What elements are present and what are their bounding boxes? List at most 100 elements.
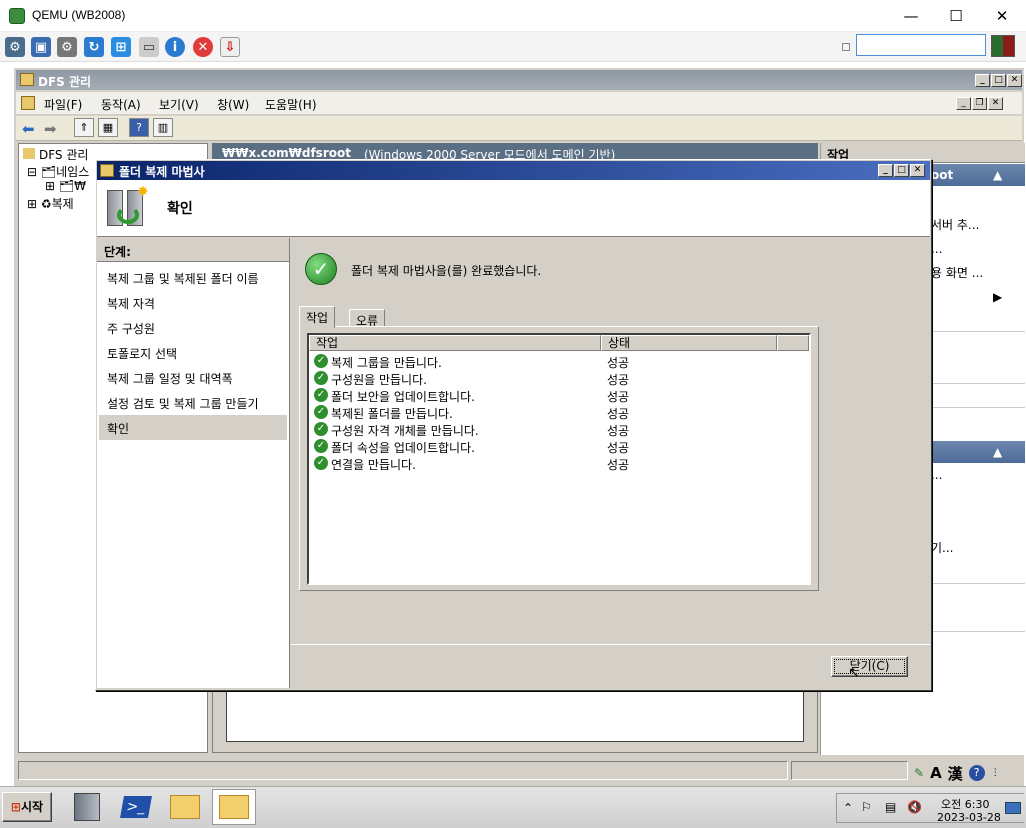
settings-gear-icon[interactable]: ⚙ bbox=[57, 37, 77, 57]
replication-icon: ♻ bbox=[40, 197, 52, 211]
menu-file[interactable]: 파일(F) bbox=[44, 96, 82, 113]
column-header-empty[interactable] bbox=[777, 335, 809, 351]
table-row[interactable]: ✓ 폴더 속성을 업데이트합니다. 성공 bbox=[309, 438, 809, 455]
show-hide-tree-icon[interactable]: ▦ bbox=[98, 118, 118, 137]
step-item: 복제 그룹 및 복제된 폴더 이름 bbox=[107, 272, 259, 286]
child-minimize-button[interactable]: _ bbox=[956, 97, 971, 110]
status-cell: 성공 bbox=[607, 407, 630, 421]
tree-namespace-item[interactable]: ⊞ 🗂₩ bbox=[45, 179, 86, 193]
namespace-path: ₩₩x.com₩dfsroot bbox=[222, 146, 351, 160]
table-row[interactable]: ✓ 폴더 보안을 업데이트합니다. 성공 bbox=[309, 387, 809, 404]
taskbar-server-manager[interactable] bbox=[65, 789, 109, 825]
show-desktop-icon[interactable] bbox=[1005, 802, 1021, 814]
tree-replication[interactable]: ⊞ ♻복제 bbox=[27, 195, 74, 212]
table-row[interactable]: ✓ 연결을 만듭니다. 성공 bbox=[309, 455, 809, 472]
task-cell: 구성원을 만듭니다. bbox=[331, 373, 427, 387]
wizard-title-bar: 폴더 복제 마법사 _ □ ✕ bbox=[97, 161, 930, 180]
table-row[interactable]: ✓ 복제 그룹을 만듭니다. 성공 bbox=[309, 353, 809, 370]
mmc-minimize-button[interactable]: _ bbox=[975, 74, 990, 87]
steps-header: 단계: bbox=[104, 245, 131, 259]
up-folder-icon[interactable]: ⇑ bbox=[74, 118, 94, 137]
column-header-task[interactable]: 작업 bbox=[309, 335, 601, 351]
table-row[interactable]: ✓ 구성원 자격 개체를 만듭니다. 성공 bbox=[309, 421, 809, 438]
menu-window[interactable]: 창(W) bbox=[217, 96, 249, 113]
action-item-3[interactable]: 용 화면 ... bbox=[931, 264, 983, 281]
host-search-input[interactable] bbox=[856, 34, 986, 56]
actions-group-label: oot bbox=[931, 168, 954, 182]
help-icon[interactable]: ? bbox=[129, 118, 149, 137]
folder-icon bbox=[170, 795, 200, 819]
success-icon: ✓ bbox=[314, 439, 328, 453]
snapshot-icon[interactable]: ▭ bbox=[139, 37, 159, 57]
wizard-close-button[interactable]: ✕ bbox=[910, 164, 925, 177]
power-off-icon[interactable]: ✕ bbox=[193, 37, 213, 57]
completion-message: 폴더 복제 마법사을(를) 완료했습니다. bbox=[351, 264, 542, 278]
child-close-button[interactable]: ✕ bbox=[988, 97, 1003, 110]
close-button[interactable]: 닫기(C) bbox=[831, 656, 908, 677]
action-item-4[interactable]: ... bbox=[931, 468, 942, 482]
clock-time[interactable]: 오전 6:30 bbox=[941, 796, 989, 812]
forward-arrow-icon[interactable]: ➡ bbox=[44, 120, 57, 138]
color-indicator-icon[interactable] bbox=[991, 35, 1015, 57]
info-icon[interactable]: i bbox=[165, 37, 185, 57]
show-hidden-icons-icon[interactable]: ⌃ bbox=[843, 801, 853, 815]
wizard-minimize-button[interactable]: _ bbox=[878, 164, 893, 177]
replication-server-icon: ✸ bbox=[107, 184, 149, 230]
center-pane-list bbox=[226, 690, 804, 742]
tree-namespaces[interactable]: ⊟ 🗂네임스 bbox=[27, 163, 89, 180]
host-maximize-button[interactable]: ☐ bbox=[933, 0, 979, 32]
divider bbox=[931, 383, 1025, 384]
mmc-maximize-button[interactable]: □ bbox=[991, 74, 1006, 87]
wizard-banner: ✸ 확인 bbox=[97, 180, 930, 237]
table-row[interactable]: ✓ 복제된 폴더를 만듭니다. 성공 bbox=[309, 404, 809, 421]
task-list[interactable]: 작업 상태 ✓ 복제 그룹을 만듭니다. 성공 ✓ 구성원을 만듭니다. 성공 ✓ 폴더 보안… bbox=[307, 333, 811, 585]
refresh-icon[interactable]: ↻ bbox=[84, 37, 104, 57]
divider bbox=[931, 583, 1025, 584]
menu-view[interactable]: 보기(V) bbox=[159, 96, 199, 113]
collapse-up-icon[interactable]: ▲ bbox=[993, 445, 1002, 459]
success-icon: ✓ bbox=[314, 422, 328, 436]
step-item-current: 확인 bbox=[99, 415, 287, 440]
table-row[interactable]: ✓ 구성원을 만듭니다. 성공 bbox=[309, 370, 809, 387]
host-close-button[interactable]: ✕ bbox=[979, 0, 1025, 32]
ime-icon[interactable]: ✎ bbox=[914, 766, 924, 780]
mmc-close-button[interactable]: ✕ bbox=[1007, 74, 1022, 87]
fullscreen-icon[interactable]: ▣ bbox=[31, 37, 51, 57]
volume-muted-icon[interactable]: 🔇 bbox=[907, 800, 922, 814]
menu-action[interactable]: 동작(A) bbox=[101, 96, 141, 113]
network-icon[interactable]: ⚙ bbox=[5, 37, 25, 57]
help-icon[interactable]: ? bbox=[968, 765, 985, 781]
child-restore-button[interactable]: ❐ bbox=[972, 97, 987, 110]
tree-root[interactable]: DFS 관리 bbox=[23, 146, 88, 163]
wizard-app-icon bbox=[100, 164, 114, 177]
success-icon: ✓ bbox=[314, 371, 328, 385]
menu-help[interactable]: 도움말(H) bbox=[265, 96, 317, 113]
step-item: 복제 자격 bbox=[107, 297, 155, 311]
qemu-logo-icon bbox=[9, 8, 25, 24]
action-item-5[interactable]: 기... bbox=[931, 539, 953, 556]
host-minimize-button[interactable]: — bbox=[888, 0, 934, 32]
show-hide-action-icon[interactable]: ▥ bbox=[153, 118, 173, 137]
status-cell: 성공 bbox=[607, 424, 630, 438]
ime-mode-a[interactable]: A bbox=[930, 764, 942, 782]
taskbar-dfs-management[interactable] bbox=[212, 789, 256, 825]
submenu-arrow-icon[interactable]: ▶ bbox=[993, 290, 1002, 304]
collapse-up-icon[interactable]: ▲ bbox=[993, 168, 1002, 182]
taskbar-powershell[interactable]: >_ bbox=[114, 789, 158, 825]
eject-icon[interactable]: ⇩ bbox=[220, 37, 240, 57]
ime-hanja[interactable]: 漢 bbox=[948, 763, 963, 784]
network-tray-icon[interactable]: ▤ bbox=[885, 800, 896, 814]
action-center-flag-icon[interactable]: ⚐ bbox=[861, 800, 872, 814]
back-arrow-icon[interactable]: ⬅ bbox=[22, 120, 35, 138]
clock-date[interactable]: 2023-03-28 bbox=[937, 811, 1001, 824]
start-button[interactable]: ⊞시작 bbox=[2, 792, 52, 822]
options-icon[interactable]: ⋮ bbox=[991, 768, 1000, 778]
action-item-2[interactable]: ... bbox=[931, 242, 942, 256]
wizard-maximize-button[interactable]: □ bbox=[894, 164, 909, 177]
checkbox-icon[interactable] bbox=[842, 43, 850, 51]
column-header-status[interactable]: 상태 bbox=[601, 335, 777, 351]
action-add-server[interactable]: 서버 추... bbox=[931, 216, 979, 233]
windows-icon[interactable]: ⊞ bbox=[111, 37, 131, 57]
taskbar-explorer[interactable] bbox=[163, 789, 207, 825]
tab-tasks[interactable]: 작업 bbox=[299, 306, 336, 328]
